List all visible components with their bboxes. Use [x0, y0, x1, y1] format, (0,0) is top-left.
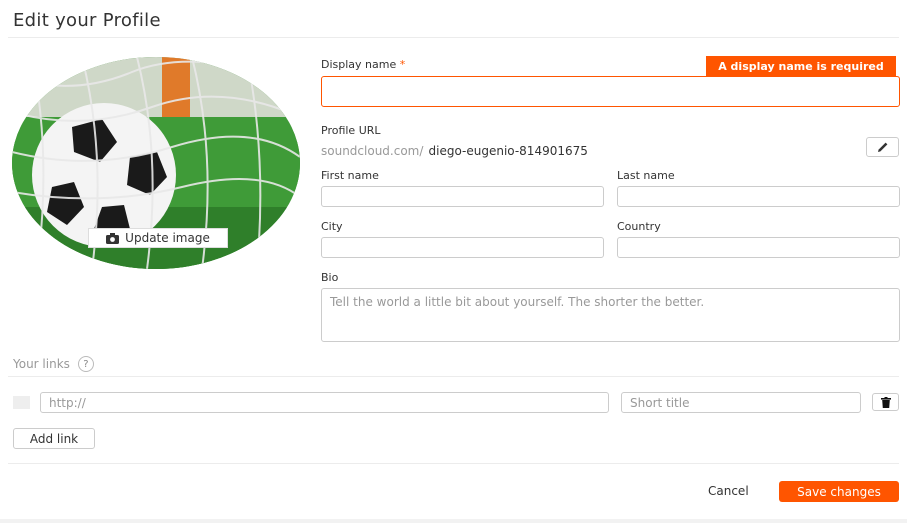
profile-url-prefix: soundcloud.com/: [321, 144, 424, 158]
country-input[interactable]: [617, 237, 900, 258]
first-name-input[interactable]: [321, 186, 604, 207]
display-name-error: A display name is required: [706, 56, 896, 76]
cancel-button[interactable]: Cancel: [708, 484, 749, 498]
pencil-icon: [877, 142, 887, 152]
profile-url-row: soundcloud.com/ diego-eugenio-814901675: [321, 140, 588, 159]
add-link-button[interactable]: Add link: [13, 428, 95, 449]
save-changes-button[interactable]: Save changes: [779, 481, 899, 502]
footer-divider: [8, 463, 899, 464]
city-input[interactable]: [321, 237, 604, 258]
help-icon[interactable]: ?: [77, 356, 94, 372]
required-marker: *: [399, 58, 406, 71]
bio-textarea[interactable]: [321, 288, 900, 342]
country-label: Country: [617, 220, 661, 233]
first-name-label: First name: [321, 169, 379, 182]
link-title-input[interactable]: [621, 392, 861, 413]
your-links-label: Your links: [13, 357, 70, 371]
display-name-label-text: Display name: [321, 58, 397, 71]
update-image-button[interactable]: Update image: [88, 228, 228, 248]
drag-handle[interactable]: [13, 396, 30, 409]
camera-icon: [106, 232, 120, 244]
edit-url-button[interactable]: [866, 137, 899, 157]
link-url-input[interactable]: [40, 392, 609, 413]
profile-url-label: Profile URL: [321, 124, 381, 137]
your-links-header: Your links ?: [13, 356, 94, 372]
bio-label: Bio: [321, 271, 339, 284]
page-title: Edit your Profile: [13, 10, 161, 31]
links-divider: [8, 376, 899, 377]
delete-link-button[interactable]: [872, 393, 899, 411]
trash-icon: [880, 396, 891, 408]
last-name-input[interactable]: [617, 186, 900, 207]
display-name-label: Display name *: [321, 58, 405, 71]
display-name-input[interactable]: [321, 76, 900, 107]
last-name-label: Last name: [617, 169, 675, 182]
header-divider: [8, 37, 899, 38]
update-image-label: Update image: [125, 231, 210, 245]
bottom-bar: [0, 519, 907, 523]
city-label: City: [321, 220, 343, 233]
profile-url-value: diego-eugenio-814901675: [428, 144, 588, 158]
